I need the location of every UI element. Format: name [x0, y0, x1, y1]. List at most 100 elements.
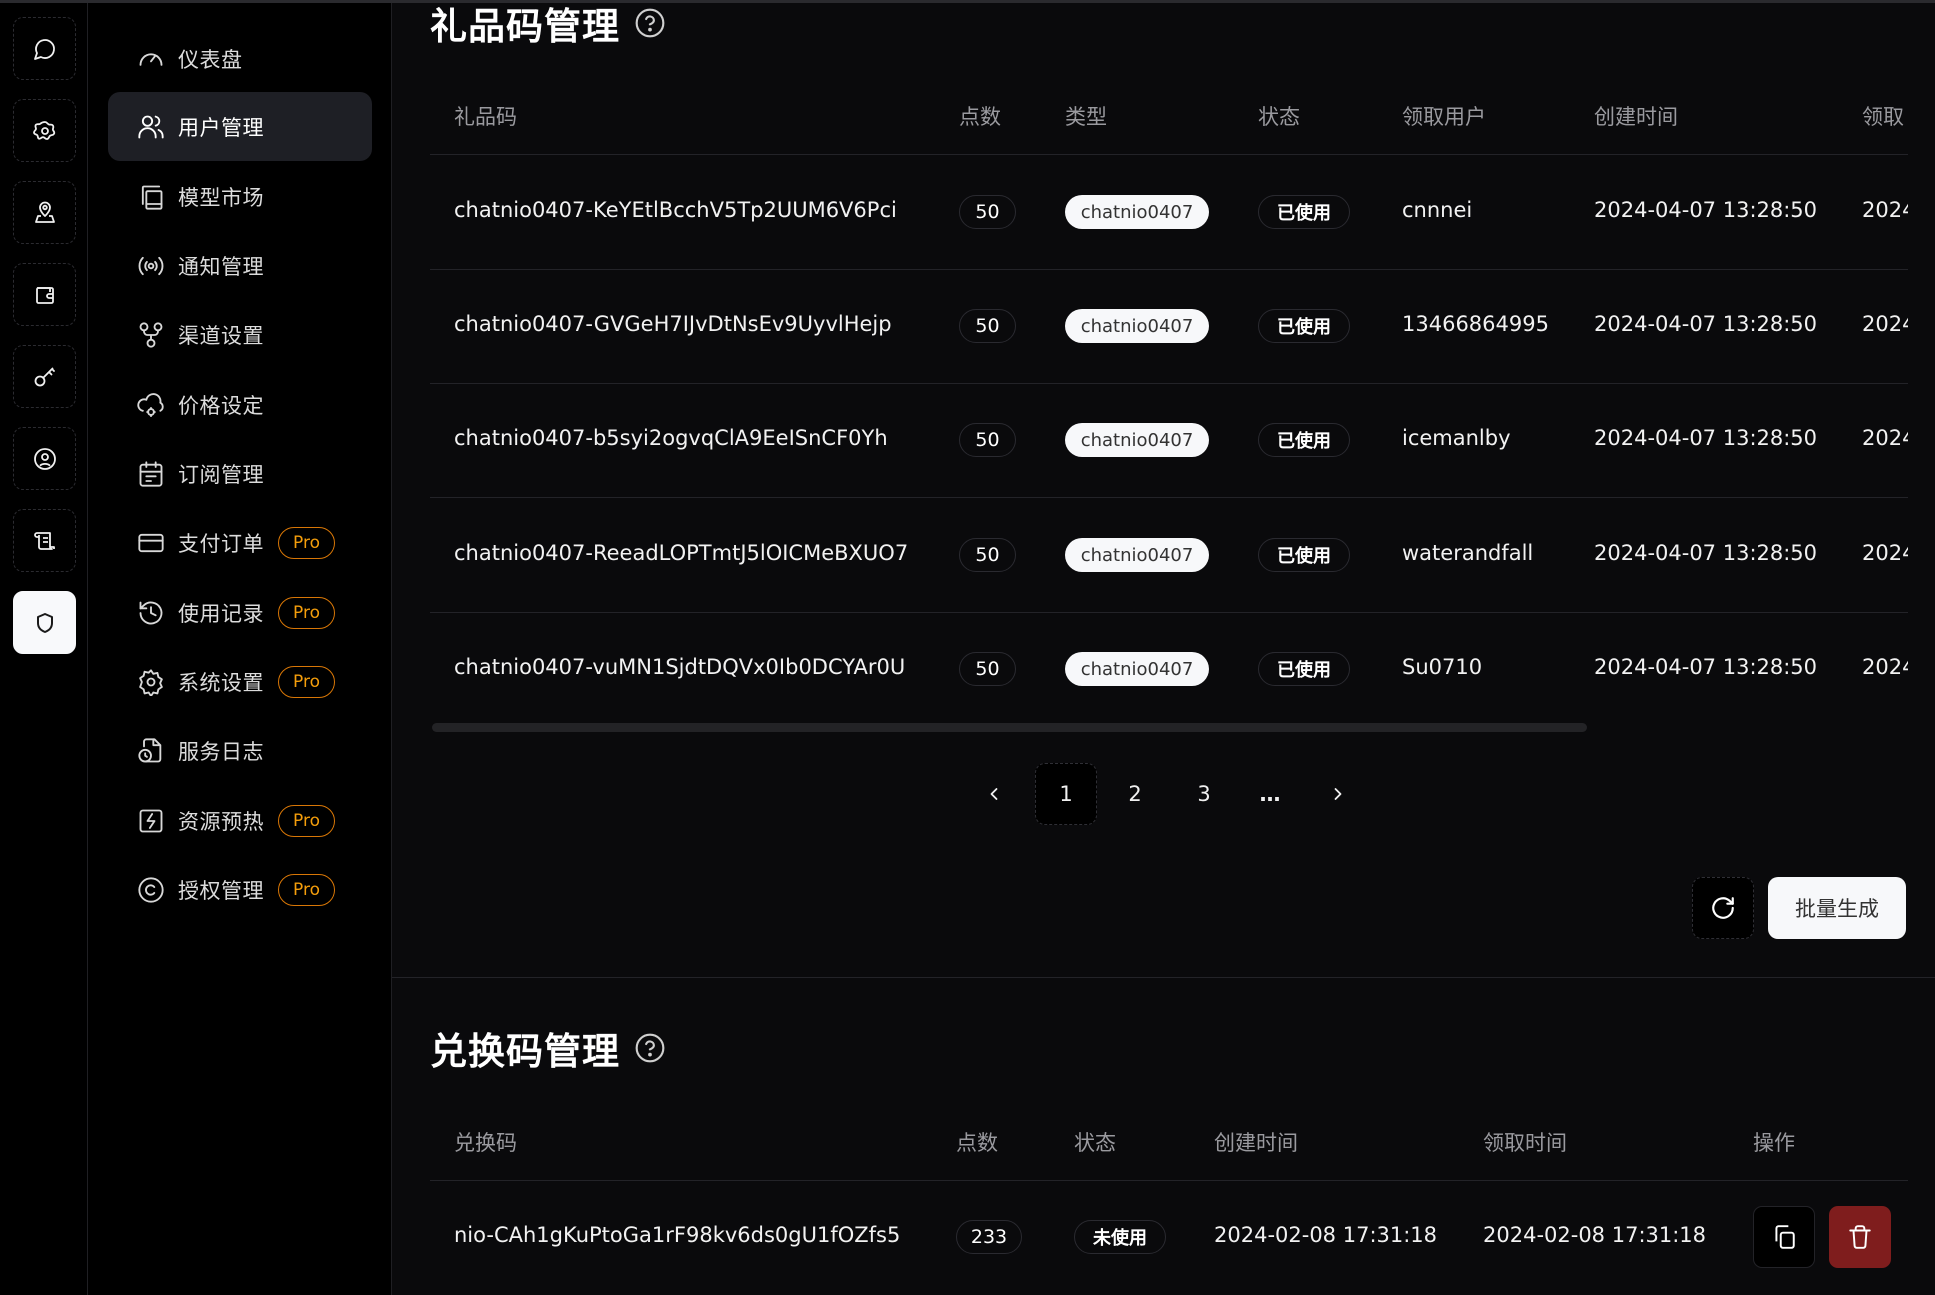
gift-code-cell[interactable]: chatnio0407-ReeadLOPTmtJ5lOICMeBXUO7 — [454, 541, 908, 565]
rail-admin-button[interactable] — [13, 591, 76, 654]
status-badge: 未使用 — [1074, 1220, 1166, 1254]
redeem-code-cell[interactable]: nio-CAh1gKuPtoGa1rF98kv6ds0gU1fOZfs5 — [454, 1223, 900, 1247]
gift-row-divider — [430, 383, 1908, 384]
redeem-section-title: 兑换码管理 — [430, 1030, 620, 1073]
gift-code-cell[interactable]: chatnio0407-GVGeH7IJvDtNsEv9UyvlHejp — [454, 312, 892, 336]
refresh-button[interactable] — [1692, 877, 1754, 939]
copy-button[interactable] — [1753, 1206, 1815, 1268]
created-time-cell: 2024-04-07 13:28:50 — [1594, 426, 1818, 450]
bolt-box-icon — [136, 806, 166, 836]
sidebar-item-label: 模型市场 — [178, 185, 264, 210]
gift-row-divider — [430, 269, 1908, 270]
claimed-time-cell: 2024 — [1862, 655, 1908, 679]
rail-wallet-button[interactable] — [13, 263, 76, 326]
gear-icon — [136, 667, 166, 697]
rail-account-button[interactable] — [13, 427, 76, 490]
claimed-time-cell: 2024 — [1862, 541, 1908, 565]
sidebar-item-1[interactable]: 仪表盘 — [108, 24, 372, 93]
gift-col-header: 类型 — [1065, 105, 1107, 129]
rail-chat-button[interactable] — [13, 17, 76, 80]
status-badge: 已使用 — [1258, 652, 1350, 686]
pagination-prev-button[interactable] — [963, 763, 1025, 825]
rail-settings-button[interactable] — [13, 99, 76, 162]
sidebar-item-3[interactable]: 模型市场 — [108, 162, 372, 231]
radio-broadcast-icon — [136, 251, 166, 281]
gift-code-cell[interactable]: chatnio0407-KeYEtlBcchV5Tp2UUM6V6Pci — [454, 198, 897, 222]
sidebar-item-label: 支付订单 — [178, 531, 264, 556]
created-time-cell: 2024-04-07 13:28:50 — [1594, 312, 1818, 336]
section-divider — [392, 977, 1935, 978]
pagination-ellipsis[interactable]: … — [1239, 763, 1301, 825]
credit-card-icon — [136, 528, 166, 558]
map-pin-user-icon — [34, 201, 55, 223]
gift-col-header: 状态 — [1258, 105, 1300, 129]
redeem-section-header: 兑换码管理 — [430, 1021, 666, 1075]
sidebar-item-11[interactable]: 服务日志 — [108, 716, 372, 785]
users-icon — [136, 112, 166, 142]
user-circle-icon — [33, 447, 56, 470]
points-badge: 50 — [959, 309, 1016, 343]
rail-logs-button[interactable] — [13, 509, 76, 572]
claimed-user-cell: icemanlby — [1402, 426, 1511, 450]
redeem-col-header: 创建时间 — [1214, 1131, 1298, 1155]
sidebar-item-label: 仪表盘 — [178, 47, 243, 72]
status-badge: 已使用 — [1258, 195, 1350, 229]
gift-pagination: 1 2 3 … — [392, 763, 1935, 825]
sidebar-item-2[interactable]: 用户管理 — [108, 92, 372, 161]
redeem-col-header: 兑换码 — [454, 1131, 517, 1155]
sidebar-item-4[interactable]: 通知管理 — [108, 231, 372, 300]
type-badge: chatnio0407 — [1065, 652, 1209, 686]
status-badge: 已使用 — [1258, 423, 1350, 457]
admin-sidebar: 仪表盘用户管理模型市场通知管理 渠道设置价格设定订阅管理支付订单 Pro 使用记录 Pr… — [88, 0, 392, 1295]
type-badge: chatnio0407 — [1065, 538, 1209, 572]
chevron-right-icon — [1334, 788, 1342, 800]
book-copy-icon — [136, 182, 166, 212]
points-badge: 50 — [959, 423, 1016, 457]
sidebar-item-label: 用户管理 — [178, 115, 264, 140]
points-badge: 233 — [956, 1220, 1022, 1254]
batch-generate-button[interactable]: 批量生成 — [1768, 877, 1906, 939]
sidebar-item-label: 价格设定 — [178, 393, 264, 418]
gauge-icon — [136, 44, 166, 74]
gift-table-horizontal-scrollbar[interactable] — [432, 723, 1587, 732]
sidebar-item-label: 系统设置 — [178, 670, 264, 695]
created-time-cell: 2024-02-08 17:31:18 — [1214, 1223, 1438, 1247]
sidebar-item-8[interactable]: 支付订单 Pro — [108, 508, 372, 577]
pagination-page-2[interactable]: 2 — [1104, 763, 1166, 825]
sidebar-item-6[interactable]: 价格设定 — [108, 370, 372, 439]
sidebar-item-label: 资源预热 — [178, 809, 264, 834]
sidebar-item-13[interactable]: 授权管理 Pro — [108, 855, 372, 924]
gift-code-cell[interactable]: chatnio0407-vuMN1SjdtDQVx0Ib0DCYAr0U — [454, 655, 905, 679]
rail-location-user-button[interactable] — [13, 181, 76, 244]
gift-col-header: 点数 — [959, 105, 1001, 129]
help-circle-icon[interactable] — [634, 1032, 666, 1064]
claimed-time-cell: 2024 — [1862, 426, 1908, 450]
delete-button[interactable] — [1829, 1206, 1891, 1268]
trash-icon — [1849, 1225, 1871, 1249]
sidebar-item-7[interactable]: 订阅管理 — [108, 439, 372, 508]
rail-key-button[interactable] — [13, 345, 76, 408]
sidebar-item-label: 订阅管理 — [178, 462, 264, 487]
gift-code-cell[interactable]: chatnio0407-b5syi2ogvqClA9EeISnCF0Yh — [454, 426, 888, 450]
redeem-col-header: 点数 — [956, 1131, 998, 1155]
claimed-user-cell: 13466864995 — [1402, 312, 1549, 336]
sidebar-item-12[interactable]: 资源预热 Pro — [108, 786, 372, 855]
pagination-page-3[interactable]: 3 — [1173, 763, 1235, 825]
pagination-next-button[interactable] — [1307, 763, 1369, 825]
type-badge: chatnio0407 — [1065, 195, 1209, 229]
copy-icon — [1775, 1225, 1795, 1249]
sidebar-item-5[interactable]: 渠道设置 — [108, 300, 372, 369]
sidebar-item-10[interactable]: 系统设置 Pro — [108, 647, 372, 716]
wallet-icon — [35, 286, 54, 304]
scroll-icon — [33, 531, 55, 550]
gift-header-divider — [430, 154, 1908, 155]
sidebar-item-9[interactable]: 使用记录 Pro — [108, 578, 372, 647]
redeem-col-header: 状态 — [1074, 1131, 1116, 1155]
gift-section-header: 礼品码管理 — [430, 0, 666, 50]
pro-badge: Pro — [278, 665, 335, 698]
help-circle-icon[interactable] — [634, 7, 666, 39]
claimed-time-cell: 2024 — [1862, 312, 1908, 336]
sidebar-item-label: 授权管理 — [178, 878, 264, 903]
pagination-page-1[interactable]: 1 — [1035, 763, 1097, 825]
pro-badge: Pro — [278, 526, 335, 559]
